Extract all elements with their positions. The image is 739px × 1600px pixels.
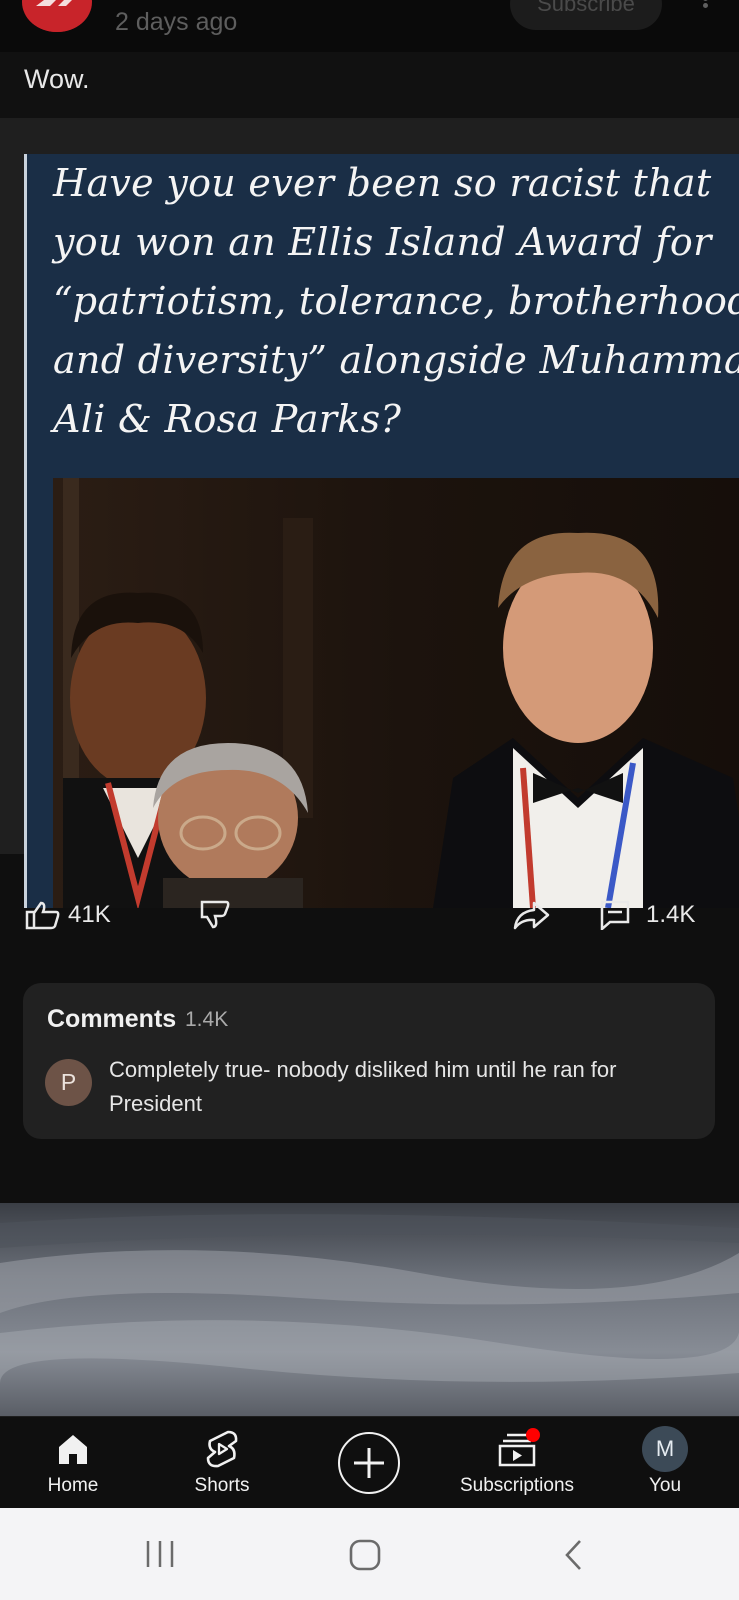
meme-line-2: you won an Ellis Island Award for	[53, 220, 712, 264]
commenter-avatar: P	[45, 1059, 92, 1106]
like-button[interactable]: 41K	[24, 900, 111, 930]
avatar: M	[642, 1426, 688, 1472]
share-button[interactable]	[512, 900, 550, 930]
create-icon[interactable]	[338, 1432, 400, 1494]
notification-dot	[526, 1428, 540, 1442]
system-nav-bar	[0, 1508, 739, 1600]
meme-photo	[53, 478, 739, 908]
comments-count: 1.4K	[185, 1008, 229, 1031]
comment-count: 1.4K	[646, 901, 696, 928]
meme-line-3: “patriotism, tolerance, brotherhood	[53, 279, 739, 323]
nav-home[interactable]: Home	[8, 1427, 138, 1497]
post-time: 2 days ago	[115, 8, 238, 36]
meme-caption: Have you ever been so racist that you won…	[53, 154, 739, 449]
nav-you-label: You	[648, 1475, 682, 1496]
separator	[0, 1172, 739, 1206]
post-header: 2 days ago Subscribe	[0, 0, 739, 52]
meme-line-4: and diversity” alongside Muhammad	[53, 338, 739, 382]
back-icon[interactable]	[562, 1538, 586, 1572]
thumbs-up-icon	[25, 901, 60, 930]
comments-title: Comments	[47, 1005, 177, 1033]
share-icon	[513, 901, 550, 930]
nav-shorts[interactable]: Shorts	[157, 1427, 287, 1497]
meme-line-5: Ali & Rosa Parks?	[53, 397, 402, 441]
home-button-icon[interactable]	[348, 1538, 382, 1572]
channel-avatar[interactable]	[22, 0, 92, 32]
top-comment-text: Completely true- nobody disliked him unt…	[109, 1057, 617, 1116]
page: 2 days ago Subscribe Wow. Have you ever …	[0, 0, 739, 1600]
recent-apps-icon[interactable]	[143, 1538, 177, 1570]
more-options-icon[interactable]	[700, 0, 710, 14]
post-text: Wow.	[24, 64, 90, 94]
nav-subscriptions[interactable]: Subscriptions	[452, 1427, 582, 1497]
next-post-preview[interactable]	[0, 1203, 739, 1416]
comments-button[interactable]: 1.4K	[598, 900, 695, 930]
comment-icon	[600, 900, 630, 930]
nav-subscriptions-label: Subscriptions	[459, 1475, 575, 1496]
meme-line-1: Have you ever been so racist that	[53, 161, 712, 205]
bottom-nav: Home Shorts Subscriptions M You	[0, 1416, 739, 1508]
nav-you[interactable]: M You	[600, 1426, 730, 1497]
nav-shorts-label: Shorts	[194, 1475, 250, 1496]
nav-home-label: Home	[47, 1475, 99, 1496]
post-actions: 41K 1.4K	[0, 900, 739, 930]
subscribe-button[interactable]: Subscribe	[510, 0, 662, 30]
post-image[interactable]: Have you ever been so racist that you won…	[24, 154, 739, 908]
comments-card[interactable]: Comments 1.4K P Completely true- nobody …	[23, 983, 715, 1139]
home-icon	[59, 1435, 87, 1464]
thumbs-down-icon	[200, 900, 230, 929]
post-text-row: Wow.	[0, 52, 739, 118]
dislike-button[interactable]	[196, 900, 234, 930]
shorts-icon	[206, 1430, 238, 1468]
like-count: 41K	[68, 901, 111, 928]
